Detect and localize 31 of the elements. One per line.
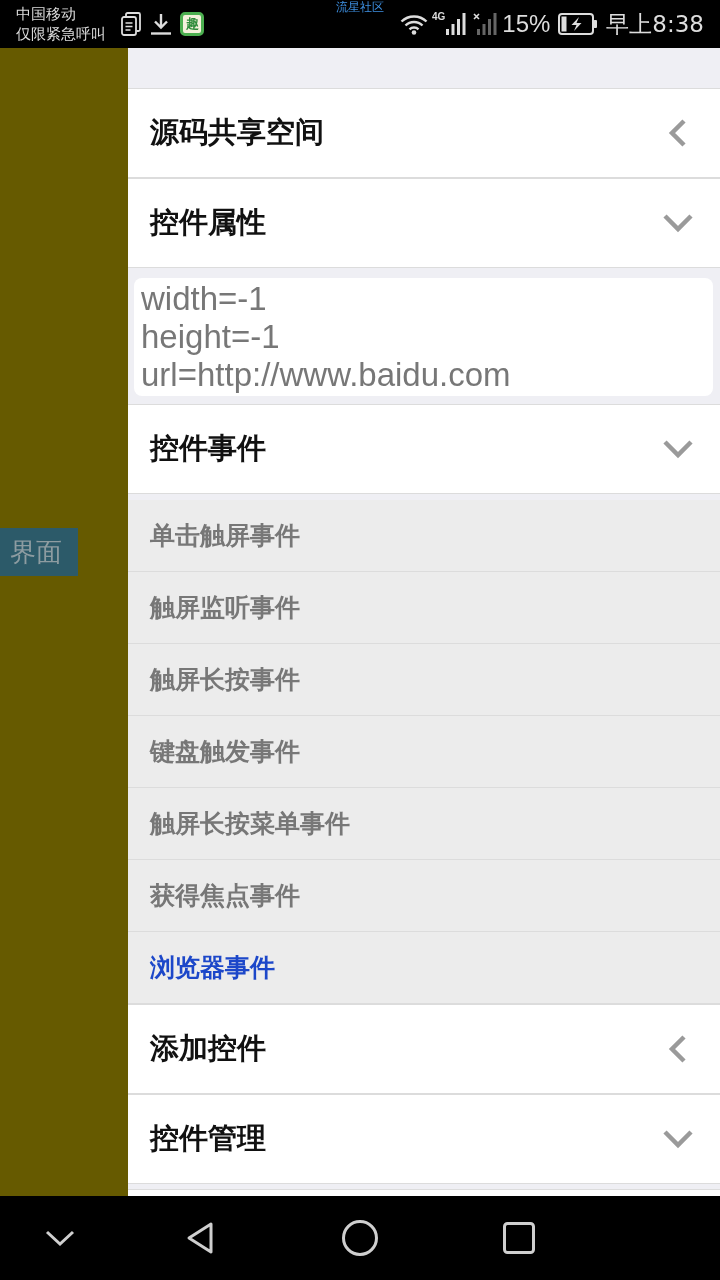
carrier-name: 中国移动 [16, 4, 77, 24]
back-icon[interactable] [185, 1221, 215, 1255]
overlay-label: 流星社区 [336, 0, 384, 14]
section-header[interactable]: 控件属性 [128, 178, 720, 268]
home-icon[interactable] [342, 1220, 378, 1256]
list-item[interactable]: 浏览器事件 [128, 932, 720, 1004]
list-item[interactable]: 触屏监听事件 [128, 572, 720, 644]
list-item[interactable]: 单击触屏事件 [128, 500, 720, 572]
recents-icon[interactable] [503, 1222, 535, 1254]
battery-charging-icon [558, 13, 599, 35]
app-icon: 趣 [180, 12, 204, 36]
chevron-down-icon[interactable] [45, 1229, 75, 1247]
section-header[interactable]: 添加控件 [128, 1004, 720, 1094]
text-area[interactable]: width=-1 height=-1 url=http://www.baidu.com [134, 278, 713, 396]
list-item[interactable]: 键盘触发事件 [128, 716, 720, 788]
list-item[interactable]: 触屏长按事件 [128, 644, 720, 716]
list-item[interactable]: 触屏长按菜单事件 [128, 788, 720, 860]
list-item[interactable]: 获得焦点事件 [128, 860, 720, 932]
section-header[interactable]: 源码共享空间 [128, 88, 720, 178]
carrier-status: 仅限紧急呼叫 [16, 24, 106, 44]
download-icon [150, 13, 172, 35]
battery-percent: 15% [502, 10, 551, 38]
no-signal-icon [473, 13, 498, 35]
clock-text: 早上8:38 [606, 9, 704, 39]
network-type-label: 4G [431, 11, 446, 22]
document-icon [121, 12, 141, 36]
wifi-icon [399, 13, 428, 35]
side-tab[interactable]: 界面 [0, 528, 78, 576]
section-header[interactable]: 控件管理 [128, 1094, 720, 1184]
signal-icon [446, 13, 467, 35]
section-header[interactable]: 控件事件 [128, 404, 720, 494]
